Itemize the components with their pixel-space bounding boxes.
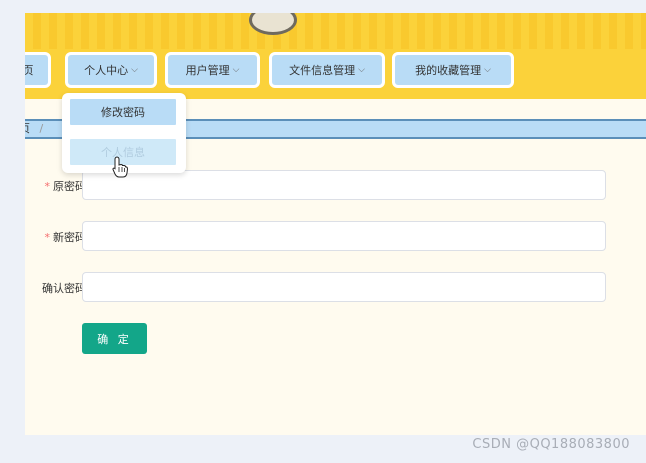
breadcrumb-home[interactable]: 页: [25, 122, 30, 135]
old-password-input[interactable]: [82, 170, 606, 200]
nav-item-file-management[interactable]: 文件信息管理 ⌵: [269, 52, 385, 88]
chevron-down-icon: ⌵: [484, 65, 491, 75]
nav-item-label: 页: [25, 64, 34, 77]
required-mark: *: [44, 231, 51, 244]
nav-item-label: 个人中心: [84, 64, 129, 77]
new-password-input[interactable]: [82, 221, 606, 251]
chevron-down-icon: ⌵: [358, 65, 365, 75]
banner-decoration-image: [249, 13, 297, 35]
nav-item-label: 用户管理: [185, 64, 230, 77]
app-window: 页 个人中心 ⌵ 用户管理 ⌵ 文件信息管理 ⌵ 我的收藏管理 ⌵ 页 / *原…: [25, 13, 646, 435]
form-row-confirm-password: 确认密码: [25, 272, 646, 304]
nav-item-label: 文件信息管理: [289, 64, 356, 77]
hand-pointer-icon: [112, 156, 128, 178]
confirm-password-input[interactable]: [82, 272, 606, 302]
form-label: 确认密码: [25, 280, 86, 296]
nav-item-user-management[interactable]: 用户管理 ⌵: [165, 52, 260, 88]
form-label-text: 确认密码: [42, 282, 86, 295]
top-nav: 页 个人中心 ⌵ 用户管理 ⌵ 文件信息管理 ⌵ 我的收藏管理 ⌵: [25, 49, 646, 99]
nav-item-home[interactable]: 页: [25, 52, 51, 88]
nav-item-label: 我的收藏管理: [415, 64, 482, 77]
chevron-down-icon: ⌵: [131, 65, 138, 75]
form-label: * 新密码: [25, 229, 87, 245]
nav-item-favorites-management[interactable]: 我的收藏管理 ⌵: [392, 52, 514, 88]
form-label: * 原密码: [25, 178, 87, 194]
watermark: CSDN @QQ188083800: [472, 437, 630, 452]
required-mark: *: [44, 180, 51, 193]
dropdown-item-change-password[interactable]: 修改密码: [67, 96, 179, 128]
confirm-button[interactable]: 确 定: [82, 323, 147, 354]
chevron-down-icon: ⌵: [232, 65, 240, 75]
form-row-new-password: * 新密码: [25, 221, 646, 253]
breadcrumb-separator: /: [39, 122, 44, 135]
header-banner: [25, 13, 646, 49]
nav-item-personal-center[interactable]: 个人中心 ⌵: [65, 52, 157, 88]
